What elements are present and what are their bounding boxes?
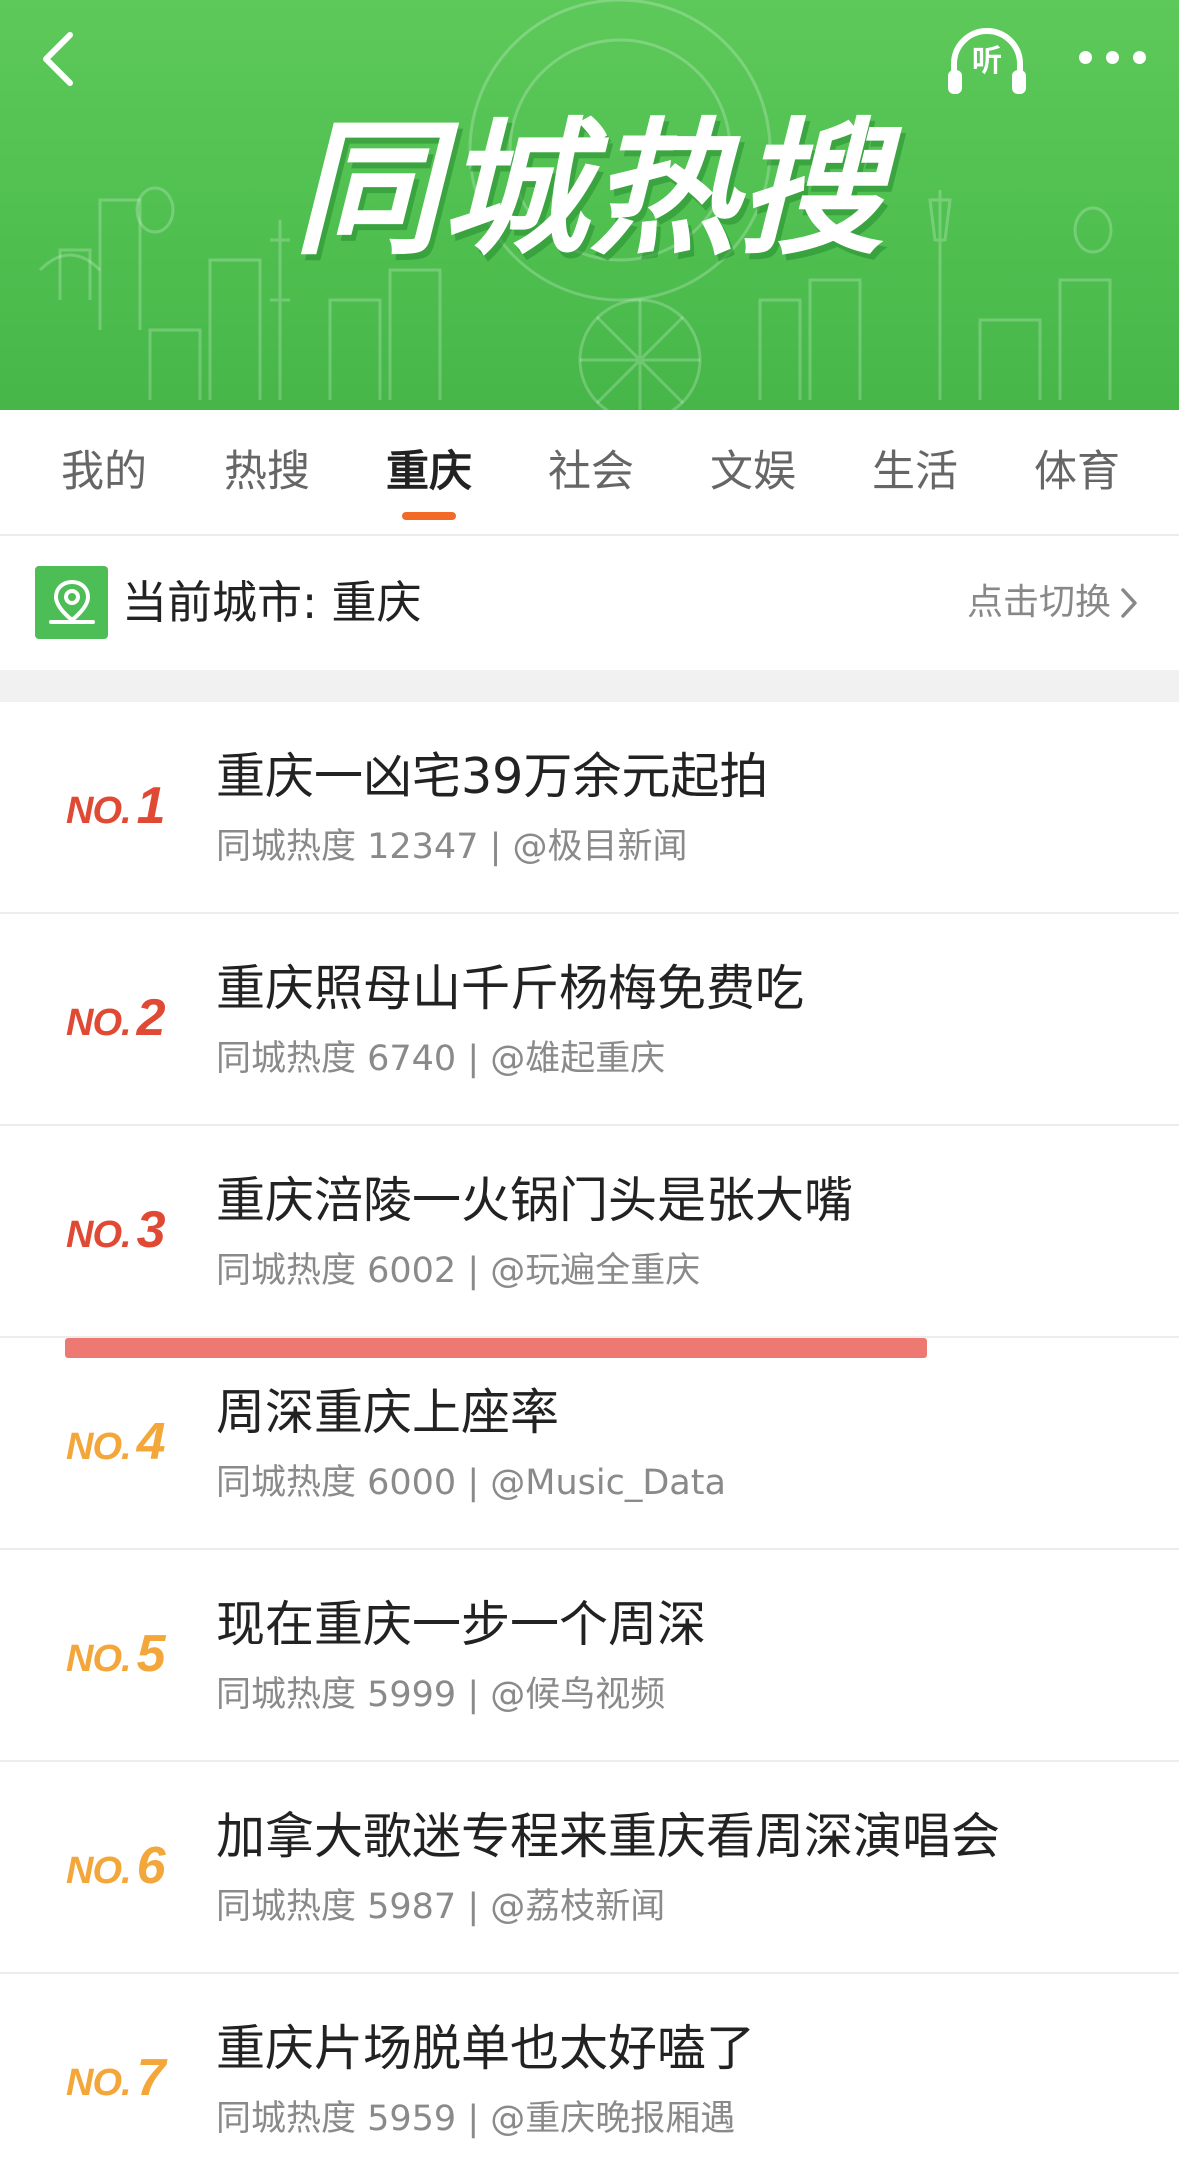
- back-button[interactable]: [28, 26, 88, 92]
- rank-number: 2: [136, 989, 166, 1047]
- listen-label: 听: [972, 44, 1002, 79]
- rank-badge: NO. 3: [66, 1198, 187, 1262]
- item-title: 周深重庆上座率: [216, 1384, 560, 1441]
- more-dot: [1132, 50, 1146, 64]
- rank-badge: NO. 5: [66, 1622, 187, 1686]
- current-city-label: 当前城市: 重庆: [122, 576, 422, 629]
- list-item[interactable]: NO. 1 重庆一凶宅39万余元起拍 同城热度 12347 | @极目新闻: [0, 702, 1179, 914]
- rank-badge: NO. 1: [66, 774, 187, 838]
- rank-number: 7: [136, 2049, 166, 2107]
- rank-number: 6: [136, 1837, 166, 1895]
- list-item[interactable]: NO. 6 加拿大歌迷专程来重庆看周深演唱会 同城热度 5987 | @荔枝新闻: [0, 1762, 1179, 1974]
- item-meta: 同城热度 5999 | @候鸟视频: [216, 1675, 666, 1715]
- item-title: 重庆涪陵一火锅门头是张大嘴: [216, 1172, 854, 1229]
- rank-badge: NO. 6: [66, 1834, 187, 1898]
- tab-label: 社会: [548, 447, 634, 497]
- list-item[interactable]: NO. 7 重庆片场脱单也太好嗑了 同城热度 5959 | @重庆晚报厢遇: [0, 1974, 1179, 2173]
- rank-badge: NO. 4: [66, 1410, 187, 1474]
- tab-society[interactable]: 社会: [516, 410, 666, 534]
- annotation-red-underline: [65, 1338, 927, 1358]
- rank-prefix: NO.: [66, 2062, 132, 2104]
- item-title: 现在重庆一步一个周深: [216, 1596, 707, 1653]
- item-meta: 同城热度 12347 | @极目新闻: [216, 827, 688, 867]
- item-title: 重庆一凶宅39万余元起拍: [216, 748, 769, 805]
- tab-label: 热搜: [224, 447, 310, 497]
- chevron-right-icon: [1121, 587, 1137, 618]
- listen-button[interactable]: 听: [944, 24, 1030, 98]
- rank-prefix: NO.: [66, 1002, 132, 1044]
- tab-sports[interactable]: 体育: [1002, 410, 1152, 534]
- rank-prefix: NO.: [66, 1850, 132, 1892]
- more-dots-icon: [1078, 50, 1092, 64]
- tab-life[interactable]: 生活: [840, 410, 990, 534]
- tab-label: 体育: [1034, 447, 1120, 497]
- rank-number: 3: [136, 1201, 166, 1259]
- switch-city-button[interactable]: 点击切换: [967, 566, 1139, 639]
- list-item[interactable]: NO. 2 重庆照母山千斤杨梅免费吃 同城热度 6740 | @雄起重庆: [0, 914, 1179, 1126]
- rank-prefix: NO.: [66, 1214, 132, 1256]
- list-item[interactable]: NO. 5 现在重庆一步一个周深 同城热度 5999 | @候鸟视频: [0, 1550, 1179, 1762]
- item-meta: 同城热度 5959 | @重庆晚报厢遇: [216, 2099, 736, 2139]
- rank-badge: NO. 7: [66, 2046, 187, 2110]
- list-item[interactable]: NO. 4 周深重庆上座率 同城热度 6000 | @Music_Data: [0, 1338, 1179, 1550]
- tab-label: 文娱: [710, 447, 796, 497]
- rank-prefix: NO.: [66, 1426, 132, 1468]
- list-item[interactable]: NO. 3 重庆涪陵一火锅门头是张大嘴 同城热度 6002 | @玩遍全重庆: [0, 1126, 1179, 1338]
- section-divider: [0, 670, 1179, 702]
- item-meta: 同城热度 6002 | @玩遍全重庆: [216, 1251, 701, 1291]
- more-button[interactable]: [1062, 30, 1162, 84]
- tab-label: 我的: [61, 447, 147, 497]
- rank-number: 1: [136, 777, 166, 835]
- rank-badge: NO. 2: [66, 986, 187, 1050]
- tab-mine[interactable]: 我的: [29, 410, 179, 534]
- item-meta: 同城热度 6740 | @雄起重庆: [216, 1039, 666, 1079]
- chevron-left-icon: [43, 32, 73, 86]
- item-meta: 同城热度 5987 | @荔枝新闻: [216, 1887, 666, 1927]
- rank-number: 5: [136, 1625, 166, 1683]
- rank-prefix: NO.: [66, 790, 132, 832]
- switch-city-label: 点击切换: [966, 582, 1111, 623]
- tab-label: 重庆: [386, 447, 472, 497]
- tab-entertainment[interactable]: 文娱: [678, 410, 828, 534]
- page-title: 同城热搜: [294, 105, 886, 275]
- more-dot: [1105, 50, 1119, 64]
- tab-hot-search[interactable]: 热搜: [192, 410, 342, 534]
- tab-chongqing[interactable]: 重庆: [354, 410, 504, 534]
- item-meta: 同城热度 6000 | @Music_Data: [216, 1463, 726, 1503]
- current-city-row: 当前城市: 重庆 点击切换: [0, 536, 1179, 670]
- category-tabs: 我的 热搜 重庆 社会 文娱 生活 体育: [0, 410, 1179, 536]
- header-banner: 同城热搜 听: [0, 0, 1179, 410]
- item-title: 加拿大歌迷专程来重庆看周深演唱会: [216, 1808, 1001, 1865]
- item-title: 重庆片场脱单也太好嗑了: [216, 2020, 756, 2077]
- tab-label: 生活: [872, 447, 958, 497]
- item-title: 重庆照母山千斤杨梅免费吃: [216, 960, 805, 1017]
- tab-active-indicator: [402, 512, 456, 520]
- rank-prefix: NO.: [66, 1638, 132, 1680]
- location-pin-icon: [35, 566, 108, 639]
- rank-number: 4: [136, 1413, 166, 1471]
